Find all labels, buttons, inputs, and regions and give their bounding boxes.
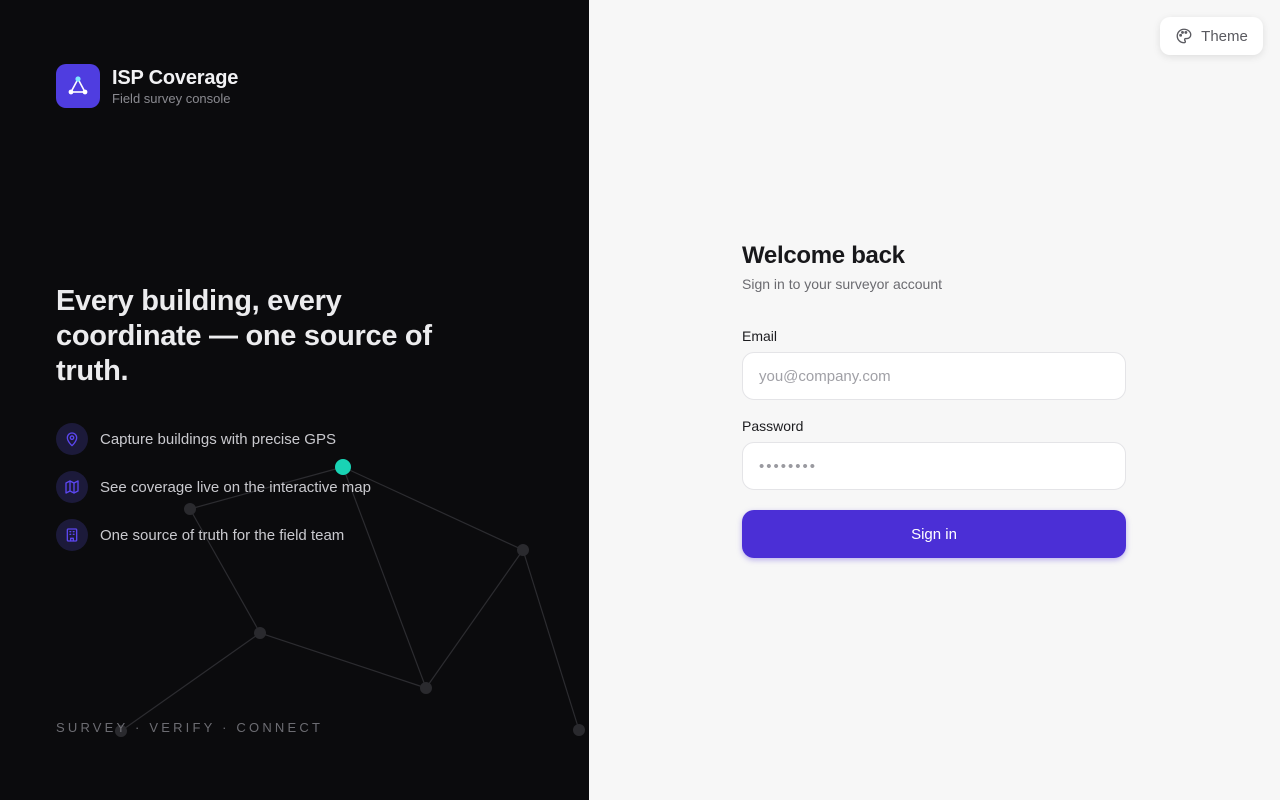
page-title: Welcome back [742,242,905,269]
sign-in-button[interactable]: Sign in [742,510,1126,558]
feature-text: Capture buildings with precise GPS [100,430,336,448]
app-subtitle: Field survey console [112,91,231,106]
hero-headline: Every building, every coordinate — one s… [56,285,432,387]
map-pin-icon [56,423,88,455]
feature-item-team: One source of truth for the field team [56,519,371,551]
feature-item-gps: Capture buildings with precise GPS [56,423,371,455]
email-label: Email [742,328,778,344]
network-nodes-icon [56,64,100,108]
feature-text: See coverage live on the interactive map [100,478,371,496]
password-label: Password [742,418,804,434]
feature-text: One source of truth for the field team [100,526,345,544]
email-field[interactable] [742,352,1126,400]
page-subtitle: Sign in to your surveyor account [742,276,942,292]
feature-list: Capture buildings with precise GPS See c… [56,423,371,567]
theme-button-label: Theme [1201,27,1248,45]
network-graphic [115,459,585,737]
brand-panel: ISP Coverage Field survey console Every … [0,0,589,800]
building-icon [56,519,88,551]
palette-icon [1176,28,1192,44]
password-field[interactable] [742,442,1126,490]
app-title: ISP Coverage [112,67,239,89]
tagline: SURVEY · VERIFY · CONNECT [56,720,324,735]
map-icon [56,471,88,503]
login-form: Welcome back Sign in to your surveyor ac… [742,240,1126,558]
brand: ISP Coverage Field survey console [56,64,238,108]
theme-button[interactable]: Theme [1160,17,1263,55]
feature-item-map: See coverage live on the interactive map [56,471,371,503]
